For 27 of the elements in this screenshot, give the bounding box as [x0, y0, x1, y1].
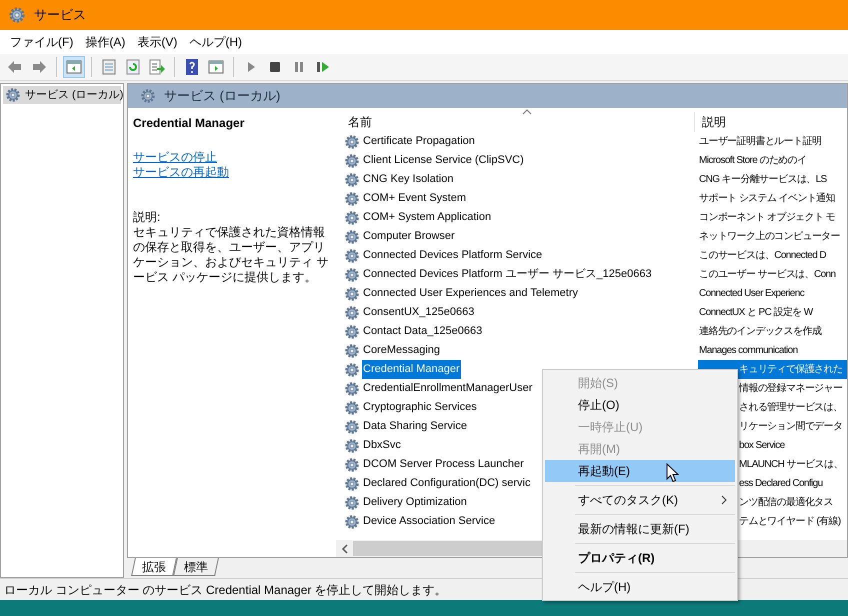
pane-title: サービス (ローカル) — [164, 87, 280, 106]
table-cell-text: box Service — [739, 439, 785, 453]
table-cell-text: キュリティで保護された — [739, 362, 842, 377]
table-cell-text: テムとワイヤード (有線) — [739, 515, 841, 529]
table-cell-text: Manages communication — [699, 344, 798, 358]
table-cell-text: ess Declared Configu — [739, 477, 823, 491]
table-cell-text: Microsoft Store のためのイ — [699, 154, 806, 168]
description-label: 説明: — [133, 210, 162, 225]
table-cell-text: ンツ配信の最適化タス — [739, 496, 834, 510]
window-title: サービス — [34, 6, 86, 24]
table-cell-text: MLAUNCH サービスは、 — [739, 458, 843, 472]
table-cell-text: Connected User Experienc — [699, 287, 804, 301]
service-name: Credential Manager — [133, 115, 246, 132]
table-cell-text: サポート システム イベント通知 — [699, 192, 835, 206]
table-cell-text: このサービスは、Connected D — [699, 249, 826, 263]
table-cell-text: 情報の登録マネージャー — [739, 382, 842, 396]
table-cell-text: リケーション間でデータ — [739, 420, 842, 434]
table-cell-text: このユーザー サービスは、Conn — [699, 268, 836, 282]
table-cell-text: ネットワーク上のコンピューター — [699, 230, 840, 244]
table-cell-text: CNG キー分離サービスは、LS — [699, 173, 827, 187]
status-text: ローカル コンピューター のサービス Credential Manager を停止して開始します。 — [4, 582, 447, 598]
table-cell-text: ユーザー証明書とルート証明 — [699, 134, 822, 149]
description-text: セキュリティで保護された資格情報の保存と取得を、ユーザー、アプリケーション、およびセキュリティ サービス パッケージに提供します。 — [133, 225, 330, 285]
table-cell-text: される管理サービスは、 — [739, 401, 842, 415]
table-cell-text: ConnectUX と PC 設定を W — [699, 306, 813, 320]
table-cell-text: コンポーネント オブジェクト モ — [699, 210, 835, 225]
table-cell-text: 連絡先のインデックスを作成 — [699, 324, 822, 339]
